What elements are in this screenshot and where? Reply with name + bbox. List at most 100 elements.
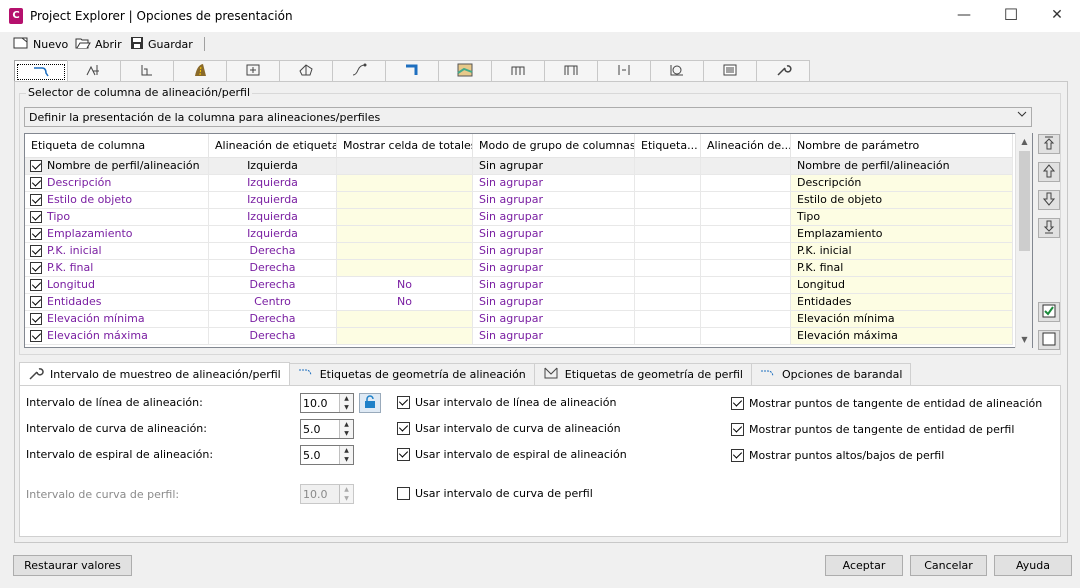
row-alignment-cell[interactable]: Derecha: [209, 260, 337, 277]
row-alignment-short-cell[interactable]: [701, 277, 791, 294]
tab-profile-geometry-labels[interactable]: Etiquetas de geometría de perfil: [533, 363, 752, 385]
row-label-short-cell[interactable]: [635, 209, 701, 226]
row-group-mode-cell[interactable]: Sin agrupar: [473, 209, 635, 226]
row-alignment-short-cell[interactable]: [701, 175, 791, 192]
row-group-mode-cell[interactable]: Sin agrupar: [473, 294, 635, 311]
row-alignment-cell[interactable]: Izquierda: [209, 192, 337, 209]
tab-profile-view[interactable]: [120, 60, 174, 82]
accept-button[interactable]: Aceptar: [825, 555, 903, 576]
table-row[interactable]: Elevación mínima Derecha Sin agrupar Elevac…: [25, 311, 1013, 328]
row-alignment-short-cell[interactable]: [701, 192, 791, 209]
show-high-low-checkbox[interactable]: Mostrar puntos altos/bajos de perfil: [731, 449, 944, 462]
table-row[interactable]: P.K. final Derecha Sin agrupar P.K. final: [25, 260, 1013, 277]
row-totals-cell[interactable]: No: [337, 294, 473, 311]
scroll-down-arrow-icon[interactable]: ▼: [1016, 331, 1033, 348]
row-group-mode-cell[interactable]: Sin agrupar: [473, 175, 635, 192]
row-label-cell[interactable]: Nombre de perfil/alineación: [25, 158, 209, 175]
new-button[interactable]: Nuevo: [13, 36, 68, 52]
tab-structure[interactable]: [385, 60, 439, 82]
show-alignment-tangent-checkbox[interactable]: Mostrar puntos de tangente de entidad de…: [731, 397, 1042, 410]
row-label-short-cell[interactable]: [635, 277, 701, 294]
column-header-totals[interactable]: Mostrar celda de totales: [337, 134, 473, 158]
row-label-cell[interactable]: Tipo: [25, 209, 209, 226]
row-totals-cell[interactable]: No: [337, 277, 473, 294]
row-alignment-short-cell[interactable]: [701, 158, 791, 175]
row-group-mode-cell[interactable]: Sin agrupar: [473, 158, 635, 175]
move-to-top-button[interactable]: [1038, 134, 1060, 154]
help-button[interactable]: Ayuda: [994, 555, 1072, 576]
row-alignment-cell[interactable]: Derecha: [209, 328, 337, 345]
spin-down-icon[interactable]: ▼: [339, 403, 353, 412]
move-down-button[interactable]: [1038, 190, 1060, 210]
tab-subassembly[interactable]: [544, 60, 598, 82]
row-totals-cell[interactable]: [337, 158, 473, 175]
row-parameter-cell[interactable]: Emplazamiento: [791, 226, 1013, 243]
tab-alignment-geometry-labels[interactable]: Etiquetas de geometría de alineación: [288, 363, 535, 385]
row-alignment-short-cell[interactable]: [701, 260, 791, 277]
checkbox-checked-icon[interactable]: [30, 177, 42, 189]
maximize-button[interactable]: ☐: [988, 0, 1034, 32]
row-totals-cell[interactable]: [337, 226, 473, 243]
tab-surface[interactable]: [279, 60, 333, 82]
row-alignment-cell[interactable]: Izquierda: [209, 175, 337, 192]
row-group-mode-cell[interactable]: Sin agrupar: [473, 226, 635, 243]
column-header-parameter[interactable]: Nombre de parámetro: [791, 134, 1013, 158]
checkbox-checked-icon[interactable]: [30, 160, 42, 172]
row-label-cell[interactable]: Longitud: [25, 277, 209, 294]
row-totals-cell[interactable]: [337, 192, 473, 209]
row-alignment-short-cell[interactable]: [701, 294, 791, 311]
row-label-cell[interactable]: Elevación máxima: [25, 328, 209, 345]
row-alignment-cell[interactable]: Derecha: [209, 311, 337, 328]
use-profile-curve-interval-checkbox[interactable]: Usar intervalo de curva de perfil: [397, 487, 593, 500]
show-profile-tangent-checkbox[interactable]: Mostrar puntos de tangente de entidad de…: [731, 423, 1014, 436]
cancel-button[interactable]: Cancelar: [910, 555, 987, 576]
row-label-cell[interactable]: Elevación mínima: [25, 311, 209, 328]
table-row[interactable]: Estilo de objeto Izquierda Sin agrupar Esti…: [25, 192, 1013, 209]
presentation-type-dropdown[interactable]: Definir la presentación de la columna pa…: [24, 107, 1032, 127]
row-label-cell[interactable]: Estilo de objeto: [25, 192, 209, 209]
row-label-cell[interactable]: Descripción: [25, 175, 209, 192]
row-totals-cell[interactable]: [337, 260, 473, 277]
tab-assembly[interactable]: [491, 60, 545, 82]
table-row[interactable]: Tipo Izquierda Sin agrupar Tipo: [25, 209, 1013, 226]
row-alignment-cell[interactable]: Derecha: [209, 277, 337, 294]
use-curve-interval-checkbox[interactable]: Usar intervalo de curva de alineación: [397, 422, 621, 435]
check-all-button[interactable]: [1038, 302, 1060, 322]
save-button[interactable]: Guardar: [130, 36, 193, 52]
row-label-short-cell[interactable]: [635, 260, 701, 277]
row-group-mode-cell[interactable]: Sin agrupar: [473, 192, 635, 209]
row-totals-cell[interactable]: [337, 243, 473, 260]
row-totals-cell[interactable]: [337, 175, 473, 192]
move-up-button[interactable]: [1038, 162, 1060, 182]
scroll-up-arrow-icon[interactable]: ▲: [1016, 133, 1033, 150]
spin-up-icon[interactable]: ▲: [339, 446, 353, 455]
table-row[interactable]: Nombre de perfil/alineación Izquierda Sin …: [25, 158, 1013, 175]
row-parameter-cell[interactable]: Nombre de perfil/alineación: [791, 158, 1013, 175]
column-header-alignment[interactable]: Alineación de etiqueta: [209, 134, 337, 158]
row-label-short-cell[interactable]: [635, 243, 701, 260]
row-parameter-cell[interactable]: Elevación máxima: [791, 328, 1013, 345]
close-button[interactable]: ✕: [1034, 0, 1080, 32]
column-header-label[interactable]: Etiqueta de columna: [25, 134, 209, 158]
tab-alignment[interactable]: [14, 60, 68, 83]
spin-up-icon[interactable]: ▲: [339, 420, 353, 429]
table-row[interactable]: P.K. inicial Derecha Sin agrupar P.K. inici…: [25, 243, 1013, 260]
use-line-interval-checkbox[interactable]: Usar intervalo de línea de alineación: [397, 396, 616, 409]
tab-sheet[interactable]: [703, 60, 757, 82]
tab-profile[interactable]: [67, 60, 121, 82]
checkbox-checked-icon[interactable]: [30, 296, 42, 308]
tab-corridor[interactable]: [173, 60, 227, 82]
checkbox-checked-icon[interactable]: [30, 262, 42, 274]
row-totals-cell[interactable]: [337, 209, 473, 226]
checkbox-checked-icon[interactable]: [30, 211, 42, 223]
use-spiral-interval-checkbox[interactable]: Usar intervalo de espiral de alineación: [397, 448, 627, 461]
row-parameter-cell[interactable]: Longitud: [791, 277, 1013, 294]
uncheck-all-button[interactable]: [1038, 330, 1060, 350]
row-group-mode-cell[interactable]: Sin agrupar: [473, 260, 635, 277]
row-group-mode-cell[interactable]: Sin agrupar: [473, 243, 635, 260]
row-group-mode-cell[interactable]: Sin agrupar: [473, 277, 635, 294]
row-alignment-cell[interactable]: Derecha: [209, 243, 337, 260]
column-header-alignment-short[interactable]: Alineación de...: [701, 134, 791, 158]
spin-down-icon[interactable]: ▼: [339, 429, 353, 438]
checkbox-checked-icon[interactable]: [30, 313, 42, 325]
